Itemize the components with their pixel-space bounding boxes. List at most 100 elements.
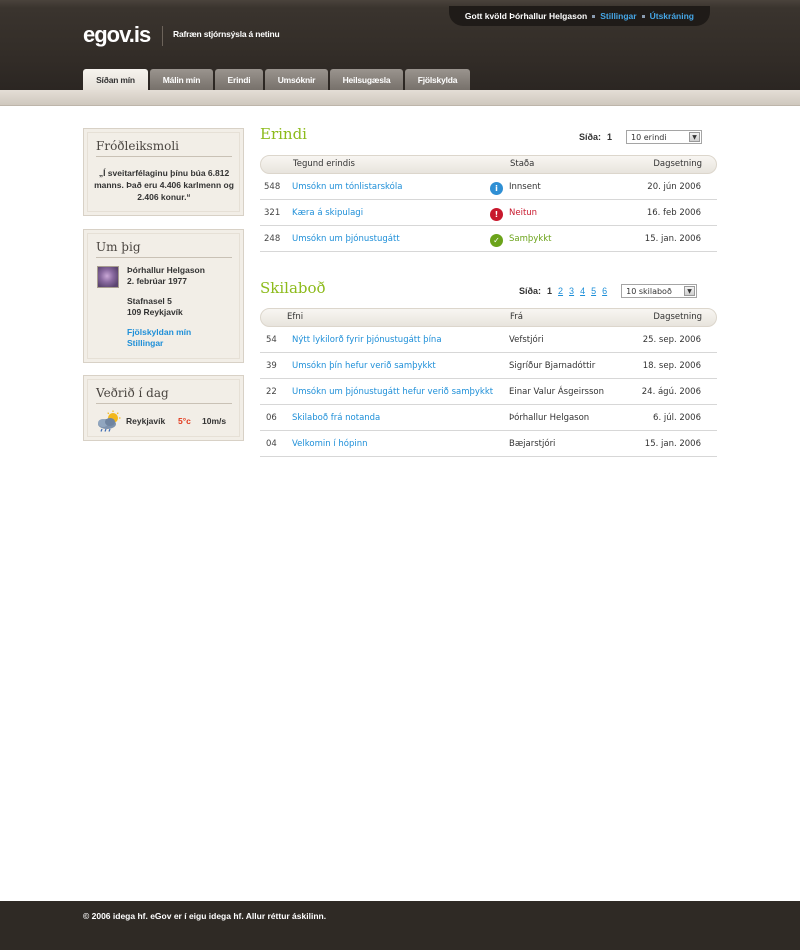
weather-city: Reykjavík [126,416,166,426]
family-link[interactable]: Fjölskyldan mín [127,327,191,338]
col-status: Staða [510,159,535,169]
user-address: Stafnasel 5 109 Reykjavík [127,296,183,317]
message-number: 04 [266,439,277,449]
fact-text: „Í sveitarfélaginu þínu búa 6.812 manns.… [94,168,234,202]
col-subject: Efni [287,312,304,322]
tab-umsoknir[interactable]: Umsóknir [265,69,328,90]
user-name: Þórhallur Helgason [127,265,205,275]
col-from: Frá [510,312,523,322]
address-street: Stafnasel 5 [127,296,172,306]
tab-sidan-min[interactable]: Síðan mín [83,69,148,90]
weather-wind: 10m/s [202,416,227,426]
message-sender: Sigríður Bjarnadóttir [509,361,596,371]
messages-per-page-select[interactable]: 10 skilaboð ▼ [621,284,698,298]
page-link-5[interactable]: 5 [591,286,596,296]
errand-status: Innsent [509,182,541,192]
chevron-down-icon[interactable]: ▼ [684,286,696,296]
message-link[interactable]: Skilaboð frá notanda [292,413,380,423]
logout-link[interactable]: Útskráning [650,11,694,21]
errands-title: Erindi [260,125,307,143]
col-date: Dagsetning [653,159,702,169]
page-link-3[interactable]: 3 [569,286,574,296]
messages-title: Skilaboð [260,279,326,297]
chevron-down-icon[interactable]: ▼ [689,132,701,142]
errand-link[interactable]: Umsókn um þjónustugátt [292,234,400,244]
message-date: 18. sep. 2006 [642,361,701,371]
message-sender: Vefstjóri [509,335,544,345]
table-body: 54 Nýtt lykilorð fyrir þjónustugátt þína V… [260,327,717,457]
errand-status: Samþykkt [509,234,552,244]
weather-panel: Veðrið í dag Reykjavík 5°c 10m/s [83,375,244,441]
table-row: 248 Umsókn um þjónustugátt ✓ Samþykkt 15. ja… [260,226,717,252]
table-row: 04 Velkomin í hópinn Bæjarstjóri 15. jan. 2… [260,431,717,457]
table-row: 22 Umsókn um þjónustugátt hefur verið sam… [260,379,717,405]
footer-copyright: © 2006 idega hf. eGov er í eigu idega hf… [83,911,327,921]
user-birthdate: 2. febrúar 1977 [127,275,188,286]
tab-malin-min[interactable]: Málin mín [150,69,213,90]
main-nav-tabs: Síðan mín Málin mín Erindi Umsóknir Heil… [83,69,472,90]
errand-number: 321 [264,208,281,218]
about-links: Fjölskyldan mín Stillingar [127,327,191,348]
table-row: 39 Umsókn þín hefur verið samþykkt Sigríðu… [260,353,717,379]
message-date: 24. ágú. 2006 [641,387,701,397]
about-panel: Um þig Þórhallur Helgason 2. febrúar 197… [83,229,244,363]
message-sender: Einar Valur Ásgeirsson [509,387,605,397]
user-details: Þórhallur Helgason 2. febrúar 1977 [127,265,205,286]
errand-link[interactable]: Kæra á skipulagi [292,208,363,218]
header-subbar [0,90,800,106]
settings-link[interactable]: Stillingar [600,11,636,21]
message-link[interactable]: Velkomin í hópinn [292,439,367,449]
errand-date: 16. feb 2006 [646,208,701,218]
tab-erindi[interactable]: Erindi [215,69,263,90]
page-label: Síða: [579,132,602,142]
page-current: 1 [547,286,553,296]
message-number: 06 [266,413,277,423]
approved-icon: ✓ [490,234,503,247]
col-date: Dagsetning [653,312,702,322]
select-value: 10 erindi [631,132,667,142]
message-link[interactable]: Umsókn þín hefur verið samþykkt [292,361,436,371]
logo-divider [162,26,163,46]
errand-link[interactable]: Umsókn um tónlistarskóla [292,182,402,192]
table-row: 54 Nýtt lykilorð fyrir þjónustugátt þína V… [260,327,717,353]
page-link-4[interactable]: 4 [580,286,585,296]
message-number: 39 [266,361,277,371]
site-logo[interactable]: egov.is [83,22,151,48]
tab-fjolskylda[interactable]: Fjölskylda [405,69,470,90]
page-link-2[interactable]: 2 [558,286,563,296]
message-date: 15. jan. 2006 [644,439,701,449]
denied-icon: ! [490,208,503,221]
errand-number: 248 [264,234,281,244]
message-date: 25. sep. 2006 [642,335,701,345]
message-sender: Bæjarstjóri [509,439,556,449]
messages-pager: Síða: 1 2 3 4 5 6 10 skilaboð ▼ [519,284,698,298]
page-label: Síða: [519,286,542,296]
errand-date: 15. jan. 2006 [644,234,701,244]
table-header: Tegund erindis Staða Dagsetning [260,155,717,174]
errand-status: Neitun [509,208,538,218]
table-row: 321 Kæra á skipulagi! Neitun 16. feb 2006 [260,200,717,226]
sidebar-settings-link[interactable]: Stillingar [127,338,191,349]
site-footer: © 2006 idega hf. eGov er í eigu idega hf… [0,901,800,950]
info-icon: i [490,182,503,195]
message-number: 54 [266,335,277,345]
table-row: 548 Umsókn um tónlistarskóla i Innsent 20. j… [260,174,717,200]
errands-per-page-select[interactable]: 10 erindi ▼ [626,130,703,144]
avatar [97,266,119,288]
tab-heilsugaesla[interactable]: Heilsugæsla [330,69,403,90]
table-row: 06 Skilaboð frá notanda Þórhallur Helgason… [260,405,717,431]
fact-title: Fróðleiksmoli [96,139,232,157]
message-date: 6. júl. 2006 [653,413,701,423]
user-bar: Gott kvöld Þórhallur Helgason Stillingar… [448,6,710,26]
errands-pager: Síða: 1 10 erindi ▼ [579,130,703,144]
site-header: Gott kvöld Þórhallur Helgason Stillingar… [0,0,800,90]
page-link-6[interactable]: 6 [602,286,607,296]
message-sender: Þórhallur Helgason [509,413,590,423]
address-city: 109 Reykjavík [127,306,183,317]
site-tagline: Rafræn stjórnsýsla á netinu [173,29,280,39]
fact-panel: Fróðleiksmoli „Í sveitarfélaginu þínu bú… [83,128,244,216]
message-link[interactable]: Umsókn um þjónustugátt hefur verið samþy… [292,387,493,397]
message-number: 22 [266,387,277,397]
about-title: Um þig [96,240,232,258]
message-link[interactable]: Nýtt lykilorð fyrir þjónustugátt þína [292,335,442,345]
